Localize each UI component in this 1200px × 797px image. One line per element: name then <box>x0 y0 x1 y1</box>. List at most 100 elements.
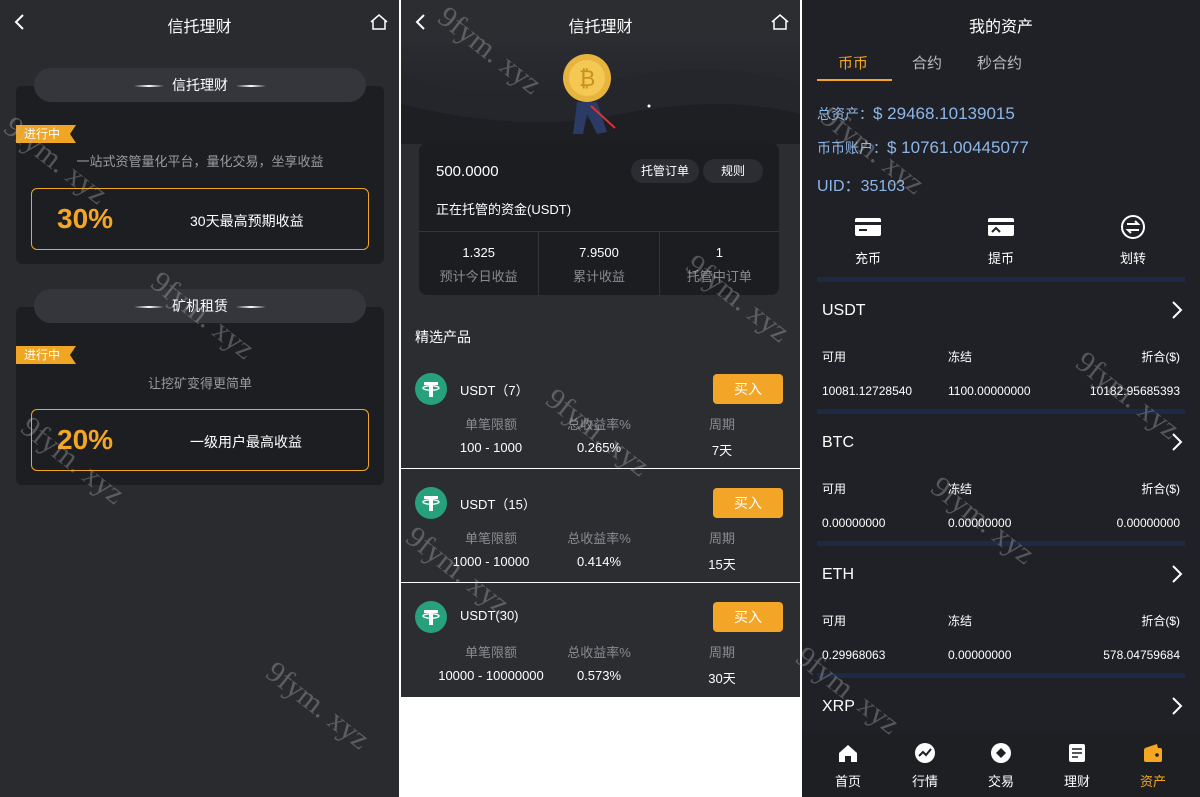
tab-home-label: 首页 <box>834 774 861 789</box>
card-tab-trust: 信托理财 <box>34 68 366 102</box>
tab-assets-label: 资产 <box>1139 774 1166 789</box>
svg-text:₿: ₿ <box>579 67 595 92</box>
equiv-label: 折合($) <box>1141 350 1180 364</box>
card-subtitle: 一站式资管量化平台，量化交易，坐享收益 <box>76 154 324 169</box>
bottom-tabbar: 首页 行情 交易 理财 资产 <box>802 732 1200 797</box>
stat-label: 预计今日收益 <box>439 269 518 284</box>
period-value: 30天 <box>708 671 736 686</box>
tab-finance-label: 理财 <box>1063 774 1090 789</box>
product-item[interactable]: USDT（7） 买入 单笔限额 100 - 1000 总收益率% 0.265% 周期… <box>401 356 800 469</box>
stat-label: 累计收益 <box>572 269 625 284</box>
rules-button[interactable]: 规则 <box>703 159 763 183</box>
asset-row-usdt[interactable]: USDT 可用 冻结 折合($) 10081.12728540 1100.000… <box>802 282 1200 410</box>
section-title: 精选产品 <box>415 329 471 345</box>
trust-products-screen: 信托理财 ₿ 500.0000 托管订单 规则 正在托管的资金(USDT) 1.… <box>401 0 800 797</box>
equiv-label: 折合($) <box>1141 482 1180 496</box>
deposit-button[interactable]: 充币 <box>838 215 898 267</box>
tab-assets[interactable]: 资产 <box>1128 742 1178 790</box>
frozen-value: 1100.00000000 <box>948 384 1031 398</box>
period-label: 周期 <box>708 417 735 432</box>
period-label: 周期 <box>708 645 735 660</box>
period-value: 15天 <box>708 557 736 572</box>
asset-symbol: USDT <box>822 302 866 319</box>
tab-indicator <box>817 79 892 81</box>
holding-amount: 500.0000 <box>436 163 499 180</box>
trust-finance-screen: 信托理财 信托理财 进行中 一站式资管量化平台，量化交易，坐享收益 30% 30… <box>0 0 399 797</box>
frozen-label: 冻结 <box>948 350 973 364</box>
page-title: 我的资产 <box>968 19 1033 36</box>
available-label: 可用 <box>822 482 847 496</box>
chevron-right-icon <box>1172 565 1183 583</box>
equiv-value: 0.00000000 <box>1116 516 1180 530</box>
banner-illustration: ₿ <box>401 54 800 144</box>
orders-button[interactable]: 托管订单 <box>631 159 700 183</box>
rate-label: 总收益率% <box>567 645 631 660</box>
tether-icon <box>415 487 447 519</box>
equiv-value: 10182.95685393 <box>1089 384 1180 398</box>
transfer-label: 划转 <box>1119 251 1146 266</box>
banner: ₿ <box>401 44 800 144</box>
deposit-card-icon <box>855 218 881 236</box>
frozen-label: 冻结 <box>948 614 973 628</box>
page-bottom <box>401 697 800 797</box>
product-period: 周期 15天 <box>652 528 792 573</box>
withdraw-button[interactable]: 提币 <box>971 215 1031 267</box>
product-rate: 总收益率% 0.573% <box>529 642 669 683</box>
product-name: USDT(30) <box>460 608 519 623</box>
spot-account: 币币账户：$ 10761.00445077 <box>817 138 1029 158</box>
stat-value: 1 <box>715 245 723 260</box>
chevron-right-icon <box>1172 697 1183 715</box>
card-subtitle: 让挖矿变得更简单 <box>147 376 252 391</box>
tab-second-contract[interactable]: 秒合约 <box>977 52 1022 73</box>
tab-home[interactable]: 首页 <box>823 742 873 790</box>
chevron-right-icon <box>1172 301 1183 319</box>
asset-row-btc[interactable]: BTC 可用 冻结 折合($) 0.00000000 0.00000000 0.… <box>802 414 1200 542</box>
chevron-right-icon <box>1172 433 1183 451</box>
home-icon[interactable] <box>369 12 389 32</box>
stat-label: 托管中订单 <box>686 269 752 284</box>
buy-button[interactable]: 买入 <box>713 602 783 632</box>
tab-spot[interactable]: 币币 <box>838 52 868 73</box>
uid: UID：35103 <box>817 172 905 196</box>
equiv-value: 578.04759684 <box>1103 648 1180 662</box>
deposit-label: 充币 <box>854 251 881 266</box>
frozen-value: 0.00000000 <box>948 648 1012 662</box>
yield-desc: 一级用户最高收益 <box>190 434 302 450</box>
card-tab-label: 矿机租赁 <box>172 298 228 314</box>
tab-contract[interactable]: 合约 <box>912 52 942 73</box>
transfer-button[interactable]: 划转 <box>1103 215 1163 267</box>
buy-button[interactable]: 买入 <box>713 374 783 404</box>
frozen-label: 冻结 <box>948 482 973 496</box>
buy-button[interactable]: 买入 <box>713 488 783 518</box>
tab-trade[interactable]: 交易 <box>976 742 1026 790</box>
action-row: 充币 提币 划转 <box>802 215 1200 270</box>
yield-box: 20% 一级用户最高收益 <box>31 409 369 471</box>
holding-card: 500.0000 托管订单 规则 正在托管的资金(USDT) 1.325 预计今日… <box>419 143 779 295</box>
rate-value: 0.265% <box>576 440 622 455</box>
asset-symbol: ETH <box>822 566 854 583</box>
tab-finance[interactable]: 理财 <box>1052 742 1102 790</box>
yield-box: 30% 30天最高预期收益 <box>31 188 369 250</box>
product-period: 周期 7天 <box>652 414 792 459</box>
market-chart-icon <box>915 743 935 763</box>
rate-value: 0.573% <box>576 668 622 683</box>
total-label: 总资产： <box>817 106 873 122</box>
home-icon[interactable] <box>770 12 790 32</box>
period-value: 7天 <box>711 443 733 458</box>
tether-icon <box>415 373 447 405</box>
stat-item: 7.9500 累计收益 <box>539 232 660 295</box>
holding-stats: 1.325 预计今日收益 7.9500 累计收益 1 托管中订单 <box>419 231 779 295</box>
product-item[interactable]: USDT(30) 买入 单笔限额 10000 - 10000000 总收益率% 0.… <box>401 584 800 697</box>
asset-symbol: XRP <box>822 698 855 715</box>
product-item[interactable]: USDT（15） 买入 单笔限额 1000 - 10000 总收益率% 0.414%… <box>401 470 800 583</box>
asset-row-xrp[interactable]: XRP <box>802 678 1200 732</box>
stat-item[interactable]: 1 托管中订单 <box>660 232 779 295</box>
available-label: 可用 <box>822 350 847 364</box>
asset-row-eth[interactable]: ETH 可用 冻结 折合($) 0.29968063 0.00000000 57… <box>802 546 1200 674</box>
uid-value: 35103 <box>860 178 906 195</box>
total-assets: 总资产：$ 29468.10139015 <box>817 104 1015 124</box>
tab-market[interactable]: 行情 <box>900 742 950 790</box>
stat-value: 7.9500 <box>579 245 619 260</box>
product-name: USDT（15） <box>460 497 536 512</box>
tab-market-label: 行情 <box>911 774 938 789</box>
